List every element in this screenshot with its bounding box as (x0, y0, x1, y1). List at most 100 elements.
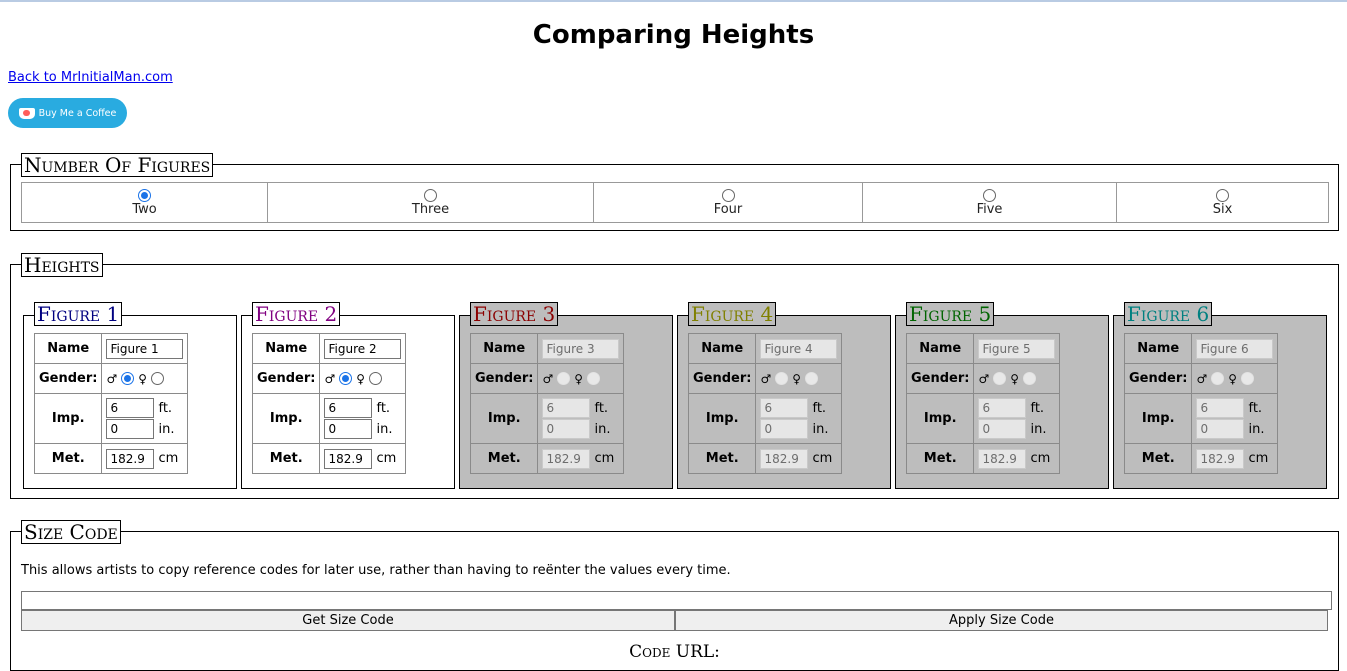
cm-input: 182.9 (1196, 448, 1245, 469)
female-icon: ♀ (574, 371, 584, 386)
figure-title: Figure 5 (906, 302, 995, 326)
figure-title: Figure 4 (688, 302, 777, 326)
name-input: Figure 4 (760, 338, 838, 359)
gender-label: Gender: (1123, 363, 1193, 394)
feet-input: 6 (978, 398, 1027, 418)
feet-input: 6 (542, 398, 591, 418)
female-icon: ♀ (356, 371, 366, 386)
get-size-code-button[interactable]: Get Size Code (21, 610, 675, 631)
radio-five[interactable] (983, 188, 996, 202)
name-input[interactable]: Figure 2 (324, 338, 402, 359)
female-icon: ♀ (138, 371, 148, 386)
female-radio (805, 372, 819, 385)
metric-label: Met. (469, 443, 539, 474)
imperial-label: Imp. (1123, 393, 1193, 444)
male-radio[interactable] (121, 372, 135, 385)
male-radio[interactable] (339, 372, 353, 385)
imperial-label: Imp. (33, 393, 103, 444)
figure-table: Name Figure 5 Gender: ♂ ♀ Imp. 6 ft. 0 in. (905, 333, 1061, 474)
imperial-label: Imp. (251, 393, 321, 444)
cm-unit: cm (594, 451, 615, 466)
cm-unit: cm (158, 451, 179, 466)
inches-input: 0 (978, 419, 1027, 439)
option-five[interactable]: Five (862, 182, 1117, 223)
figure-panel-6: Figure 6 Name Figure 6 Gender: ♂ ♀ Imp. … (1113, 302, 1327, 489)
figure-table: Name Figure 1 Gender: ♂ ♀ Imp. 6 ft. 0 in. (33, 333, 189, 474)
radio-two[interactable] (138, 188, 151, 202)
feet-unit: ft. (594, 400, 609, 416)
figure-panel-4: Figure 4 Name Figure 4 Gender: ♂ ♀ Imp. … (677, 302, 891, 489)
feet-unit: ft. (376, 400, 391, 416)
radio-four[interactable] (721, 188, 735, 202)
option-six-label: Six (1212, 201, 1233, 217)
male-icon: ♂ (760, 371, 772, 386)
cm-input[interactable]: 182.9 (324, 448, 373, 469)
name-label: Name (1123, 333, 1193, 364)
size-code-fieldset: Size Code This allows artists to copy re… (10, 520, 1339, 671)
page-title: Comparing Heights (532, 20, 815, 50)
inches-unit: in. (1248, 421, 1265, 437)
feet-input: 6 (760, 398, 809, 418)
feet-input[interactable]: 6 (324, 398, 373, 418)
option-four-label: Four (713, 201, 743, 217)
cm-input: 182.9 (542, 448, 591, 469)
gender-label: Gender: (33, 363, 103, 394)
male-radio (993, 372, 1007, 385)
apply-size-code-button[interactable]: Apply Size Code (675, 610, 1328, 631)
male-icon: ♂ (106, 371, 118, 386)
male-icon: ♂ (542, 371, 554, 386)
female-icon: ♀ (792, 371, 802, 386)
code-url-label: Code URL: (629, 642, 720, 662)
back-link[interactable]: Back to MrInitialMan.com (8, 70, 173, 85)
radio-six[interactable] (1216, 188, 1229, 202)
female-radio[interactable] (369, 372, 383, 385)
cm-input: 182.9 (760, 448, 809, 469)
cm-unit: cm (376, 451, 397, 466)
option-four[interactable]: Four (593, 182, 863, 223)
option-three[interactable]: Three (267, 182, 594, 223)
size-code-input[interactable] (21, 591, 1332, 610)
buy-me-a-coffee-button[interactable]: Buy Me a Coffee (8, 98, 127, 128)
inches-input[interactable]: 0 (324, 419, 373, 439)
metric-label: Met. (251, 443, 321, 474)
name-label: Name (251, 333, 321, 364)
figure-panel-2: Figure 2 Name Figure 2 Gender: ♂ ♀ Imp. … (241, 302, 455, 489)
radio-three[interactable] (424, 188, 437, 202)
number-of-figures-legend: Number Of Figures (21, 153, 214, 177)
feet-input[interactable]: 6 (106, 398, 155, 418)
cm-unit: cm (1248, 451, 1269, 466)
metric-label: Met. (905, 443, 975, 474)
figure-table: Name Figure 4 Gender: ♂ ♀ Imp. 6 ft. 0 in. (687, 333, 843, 474)
female-radio[interactable] (151, 372, 165, 385)
imperial-label: Imp. (469, 393, 539, 444)
name-input: Figure 6 (1196, 338, 1274, 359)
figure-panel-3: Figure 3 Name Figure 3 Gender: ♂ ♀ Imp. … (459, 302, 673, 489)
name-label: Name (469, 333, 539, 364)
gender-label: Gender: (251, 363, 321, 394)
feet-unit: ft. (812, 400, 827, 416)
gender-label: Gender: (687, 363, 757, 394)
inches-input: 0 (760, 419, 809, 439)
inches-unit: in. (1030, 421, 1047, 437)
metric-label: Met. (687, 443, 757, 474)
inches-input: 0 (542, 419, 591, 439)
window-top-border (0, 0, 1347, 2)
figure-table: Name Figure 6 Gender: ♂ ♀ Imp. 6 ft. 0 in. (1123, 333, 1279, 474)
name-input[interactable]: Figure 1 (106, 338, 184, 359)
female-radio (1241, 372, 1255, 385)
name-input: Figure 3 (542, 338, 620, 359)
inches-unit: in. (158, 421, 175, 437)
option-six[interactable]: Six (1116, 182, 1329, 223)
name-label: Name (905, 333, 975, 364)
coffee-label: Buy Me a Coffee (38, 107, 117, 119)
inches-input[interactable]: 0 (106, 419, 155, 439)
imperial-label: Imp. (905, 393, 975, 444)
cm-input[interactable]: 182.9 (106, 448, 155, 469)
gender-label: Gender: (905, 363, 975, 394)
metric-label: Met. (33, 443, 103, 474)
option-two[interactable]: Two (21, 182, 268, 223)
coffee-cup-icon (18, 107, 35, 119)
name-input: Figure 5 (978, 338, 1056, 359)
inches-unit: in. (812, 421, 829, 437)
inches-unit: in. (594, 421, 611, 437)
